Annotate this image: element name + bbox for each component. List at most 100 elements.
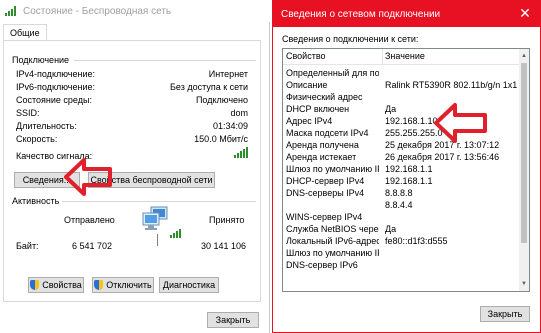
row-property: DHCP включен (286, 104, 350, 114)
bytes-sent-value: 6 541 702 (72, 241, 113, 251)
row-value: 8.8.8.8 (385, 188, 413, 198)
listview-header: Свойство Значение (283, 49, 529, 65)
row-property: Определенный для по... (286, 68, 379, 78)
speed-value: 150.0 Мбит/с (194, 134, 248, 144)
connection-group-label: Подключение (12, 55, 70, 65)
duration-label: Длительность: (16, 121, 77, 131)
activity-signal-bars (170, 228, 182, 238)
row-property: Служба NetBIOS через... (286, 224, 379, 234)
row-value: 26 декабря 2017 г. 13:56:46 (385, 152, 500, 162)
duration-value: 01:34:09 (212, 121, 248, 131)
details-window: Сведения о сетевом подключении ✕ Сведени… (272, 0, 541, 333)
scroll-down-icon[interactable]: ▼ (521, 281, 527, 287)
row-property: Аренда получена (286, 140, 359, 150)
row-value: 192.168.1.1 (385, 176, 433, 186)
table-row[interactable]: Шлюз по умолчанию IP... 192.168.1.1 (283, 164, 523, 175)
status-close-button[interactable]: Закрыть (207, 312, 259, 328)
activity-group-divider (62, 201, 256, 202)
properties-button-label: Свойства (42, 280, 82, 290)
speed-label: Скорость: (16, 134, 58, 144)
row-property: DNS-сервер IPv6 (286, 260, 358, 270)
activity-bar (176, 231, 178, 238)
status-window-title: Состояние - Беспроводная сеть (23, 5, 172, 17)
ipv6-connection-value: Без доступа к сети (170, 82, 248, 92)
ipv4-connection-value: Интернет (208, 69, 248, 79)
column-header-value[interactable]: Значение (385, 51, 425, 61)
ssid-value: dom (230, 108, 248, 118)
table-row[interactable]: WINS-сервер IPv4 (283, 212, 523, 223)
signal-bar (246, 147, 248, 158)
tab-general[interactable]: Общие (3, 24, 47, 41)
details-caption: Сведения о подключении к сети: (282, 34, 419, 44)
signal-bar (240, 151, 242, 158)
row-property: Аренда истекает (286, 152, 357, 162)
signal-bar (243, 149, 245, 158)
row-property: Физический адрес (286, 92, 363, 102)
scroll-up-icon[interactable]: ▲ (521, 53, 527, 59)
signal-bar (237, 153, 239, 158)
scroll-thumb[interactable] (521, 63, 527, 243)
signal-bar (234, 155, 236, 158)
row-property: DHCP-сервер IPv4 (286, 176, 365, 186)
table-row[interactable]: Локальный IPv6-адрес ... fe80::d1f3:d555 (283, 236, 523, 247)
properties-button[interactable]: Свойства (28, 277, 84, 293)
details-listview[interactable]: Свойство Значение Определенный для по...… (282, 48, 530, 292)
sent-label: Отправлено (64, 215, 115, 225)
close-icon[interactable]: ✕ (518, 6, 532, 20)
disable-button[interactable]: Отключить (92, 277, 154, 293)
row-value: 8.8.4.4 (385, 200, 413, 210)
row-property: Шлюз по умолчанию IP... (286, 164, 379, 174)
uac-shield-icon (30, 280, 40, 290)
row-value: 192.168.1.1 (385, 164, 433, 174)
table-row[interactable]: 8.8.4.4 (283, 200, 523, 211)
ipv6-connection-label: IPv6-подключение: (16, 82, 95, 92)
column-separator[interactable] (382, 49, 383, 65)
row-value: Ralink RT5390R 802.11b/g/n 1x1 W (385, 80, 523, 90)
row-property: DNS-серверы IPv4 (286, 188, 365, 198)
listview-scrollbar[interactable]: ▲ ▼ (519, 49, 529, 291)
status-window-titlebar[interactable]: Состояние - Беспроводная сеть (0, 0, 270, 22)
row-property: WINS-сервер IPv4 (286, 212, 363, 222)
uac-shield-icon (94, 280, 104, 290)
ipv4-connection-label: IPv4-подключение: (16, 69, 95, 79)
details-window-titlebar[interactable]: Сведения о сетевом подключении ✕ (273, 1, 540, 27)
red-arrow-icon (64, 158, 112, 196)
row-value: Да (385, 224, 397, 234)
media-state-label: Состояние среды: (16, 95, 92, 105)
row-value: fe80::d1f3:d555 (385, 236, 448, 246)
activity-link-line (157, 234, 158, 246)
disable-button-label: Отключить (106, 280, 152, 290)
network-computers-icon (142, 206, 168, 230)
wifi-signal-icon (5, 5, 17, 17)
connection-group-divider (74, 60, 256, 61)
general-panel: Подключение IPv4-подключение: Интернет I… (3, 40, 261, 302)
table-row[interactable]: Шлюз по умолчанию IP... (283, 248, 523, 259)
table-row[interactable]: Аренда истекает 26 декабря 2017 г. 13:56:… (283, 152, 523, 163)
table-row[interactable]: DHCP-сервер IPv4 192.168.1.1 (283, 176, 523, 187)
table-row[interactable]: Определенный для по... (283, 68, 523, 79)
media-state-value: Подключено (195, 95, 248, 105)
details-window-title: Сведения о сетевом подключении (281, 8, 441, 20)
row-property: Адрес IPv4 (286, 116, 333, 126)
activity-bar (173, 233, 175, 238)
row-property: Описание (286, 80, 328, 90)
bytes-received-value: 30 141 106 (200, 241, 246, 251)
diagnose-button[interactable]: Диагностика (159, 277, 219, 293)
bytes-label: Байт: (16, 241, 39, 251)
details-close-button[interactable]: Закрыть (480, 306, 530, 322)
activity-group-label: Активность (12, 196, 60, 206)
row-property: Локальный IPv6-адрес ... (286, 236, 379, 246)
column-header-property[interactable]: Свойство (286, 51, 326, 61)
table-row[interactable]: DNS-сервер IPv6 (283, 260, 523, 271)
activity-bar (179, 229, 181, 238)
received-label: Принято (209, 215, 245, 225)
row-property: Шлюз по умолчанию IP... (286, 248, 379, 258)
red-arrow-icon (434, 103, 487, 143)
table-row[interactable]: DNS-серверы IPv4 8.8.8.8 (283, 188, 523, 199)
signal-quality-bars (234, 147, 248, 158)
row-property: Маска подсети IPv4 (286, 128, 369, 138)
ssid-label: SSID: (16, 108, 40, 118)
table-row[interactable]: Служба NetBIOS через... Да (283, 224, 523, 235)
activity-bar (170, 235, 172, 238)
table-row[interactable]: Описание Ralink RT5390R 802.11b/g/n 1x1 W (283, 80, 523, 91)
